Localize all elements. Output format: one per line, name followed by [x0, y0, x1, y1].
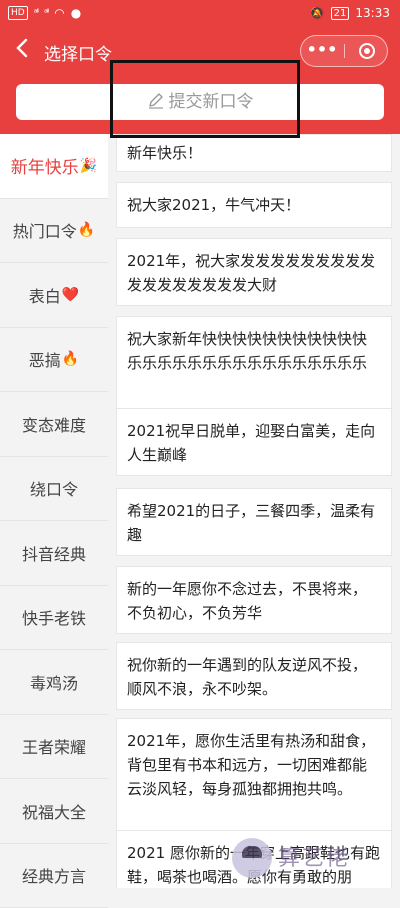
party-popper-icon: 🎉: [80, 158, 97, 174]
sidebar-item-label: 经典方言: [22, 863, 86, 887]
sidebar-item-honor-of-kings[interactable]: 王者荣耀: [0, 715, 108, 780]
sidebar-item-label: 表白: [29, 283, 61, 307]
sidebar-item-label: 新年快乐: [11, 153, 79, 178]
pencil-shape: [147, 91, 165, 109]
nav-bar: 选择口令 •••: [0, 28, 400, 74]
sidebar-item-label: 绕口令: [30, 476, 78, 500]
command-card[interactable]: 2021 愿你新的一年穿上高跟鞋也有跑鞋，喝茶也喝酒。愿你有勇敢的朋: [116, 830, 392, 888]
command-card[interactable]: 2021年，祝大家发发发发发发发发发发发发发发发发发大财: [116, 238, 392, 306]
command-list: 新年快乐！ 祝大家2021，牛气冲天！ 2021年，祝大家发发发发发发发发发发发…: [116, 134, 392, 888]
command-card[interactable]: 希望2021的日子，三餐四季，温柔有趣: [116, 488, 392, 556]
sidebar-item-label: 变态难度: [22, 412, 86, 436]
category-sidebar: 新年快乐🎉 热门口令🔥 表白❤️ 恶搞🔥 变态难度 绕口令 抖音经典 快手老铁 …: [0, 134, 108, 888]
sidebar-item-douyin[interactable]: 抖音经典: [0, 521, 108, 586]
status-time: 13:33: [355, 6, 390, 20]
submit-new-command-button[interactable]: 提交新口令: [16, 84, 384, 120]
sidebar-item-new-year[interactable]: 新年快乐🎉: [0, 134, 108, 199]
sidebar-item-extreme[interactable]: 变态难度: [0, 392, 108, 457]
sidebar-item-kuaishou[interactable]: 快手老铁: [0, 586, 108, 651]
command-card[interactable]: 新年快乐！: [116, 134, 392, 172]
wechat-icon: ●: [71, 6, 81, 20]
sidebar-item-blessings[interactable]: 祝福大全: [0, 779, 108, 844]
sidebar-item-label: 毒鸡汤: [30, 670, 78, 694]
fire-icon: 🔥: [78, 222, 95, 238]
status-right: 🔕 21 13:33: [310, 6, 390, 20]
command-card[interactable]: 祝大家2021，牛气冲天！: [116, 182, 392, 228]
fire-icon: 🔥: [62, 351, 79, 367]
capsule-divider: [344, 44, 345, 58]
chevron-left-icon[interactable]: [12, 37, 32, 63]
page-title: 选择口令: [44, 40, 112, 65]
sidebar-item-label: 热门口令: [13, 218, 77, 242]
target-circle-icon[interactable]: [359, 43, 375, 59]
sidebar-item-prank[interactable]: 恶搞🔥: [0, 328, 108, 393]
back-chevron-shape: [15, 37, 29, 59]
pencil-icon: [147, 86, 165, 122]
command-card[interactable]: 祝大家新年快快快快快快快快快快快乐乐乐乐乐乐乐乐乐乐乐乐乐乐乐乐: [116, 316, 392, 410]
sidebar-item-hot[interactable]: 热门口令🔥: [0, 199, 108, 264]
sidebar-item-dialect[interactable]: 经典方言: [0, 844, 108, 908]
hd-indicator: HD: [8, 6, 28, 20]
mute-bell-icon: 🔕: [310, 6, 325, 20]
sidebar-item-toxic-soup[interactable]: 毒鸡汤: [0, 650, 108, 715]
command-card[interactable]: 2021年，愿你生活里有热汤和甜食，背包里有书本和远方，一切困难都能云淡风轻，每…: [116, 718, 392, 834]
sidebar-item-tongue-twister[interactable]: 绕口令: [0, 457, 108, 522]
sidebar-item-label: 恶搞: [29, 347, 61, 371]
sidebar-item-confession[interactable]: 表白❤️: [0, 263, 108, 328]
submit-area: 提交新口令: [0, 74, 400, 134]
status-bar: HD ᵃˡˡ ᵃˡˡ ◠ ● 🔕 21 13:33: [0, 0, 400, 28]
more-dots-icon[interactable]: •••: [301, 36, 343, 66]
battery-level: 21: [331, 7, 350, 20]
command-card[interactable]: 祝你新的一年遇到的队友逆风不投，顺风不浪，永不吵架。: [116, 642, 392, 710]
command-card[interactable]: 2021祝早日脱单，迎娶白富美，走向人生巅峰: [116, 408, 392, 476]
sidebar-item-label: 王者荣耀: [22, 734, 86, 758]
command-card[interactable]: 新的一年愿你不念过去，不畏将来，不负初心，不负芳华: [116, 566, 392, 634]
sidebar-item-label: 快手老铁: [22, 605, 86, 629]
signal-46-icon: ᵃˡˡ: [44, 8, 48, 19]
submit-label: 提交新口令: [169, 92, 254, 112]
heart-icon: ❤️: [62, 287, 79, 303]
miniprogram-capsule: •••: [300, 35, 388, 67]
sidebar-item-label: 抖音经典: [22, 541, 86, 565]
signal-4g-icon: ᵃˡˡ: [34, 8, 38, 19]
wifi-icon: ◠: [54, 6, 64, 20]
status-left: HD ᵃˡˡ ᵃˡˡ ◠ ●: [8, 6, 81, 20]
sidebar-item-label: 祝福大全: [22, 799, 86, 823]
